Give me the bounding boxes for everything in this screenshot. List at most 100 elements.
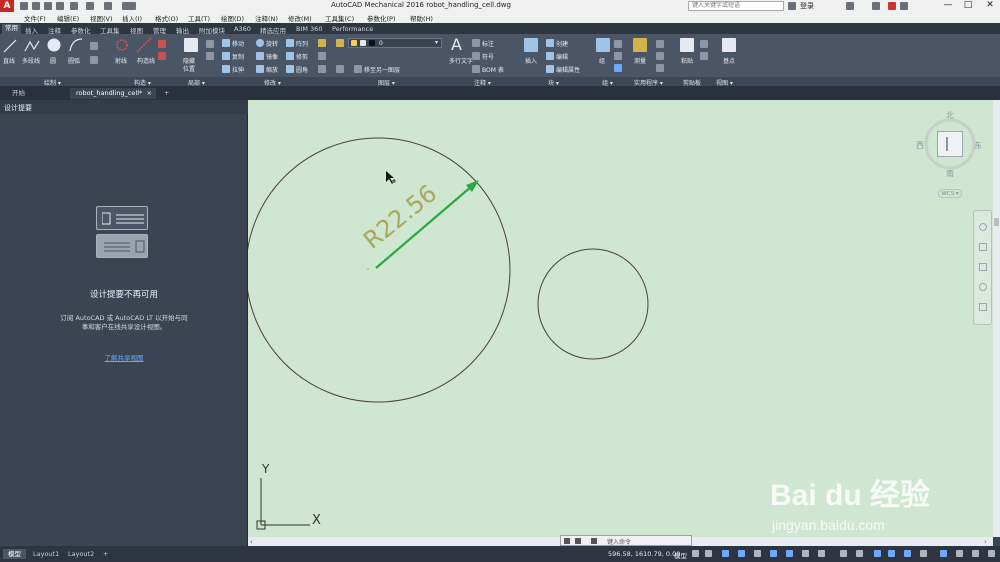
new-icon[interactable]: [20, 2, 28, 10]
base-view-label[interactable]: 基点: [723, 56, 735, 65]
circle-label[interactable]: 圆: [50, 56, 56, 65]
small-circle[interactable]: [537, 248, 649, 360]
construct-option-icon[interactable]: [158, 40, 166, 48]
exchange-icon[interactable]: [872, 2, 880, 10]
group-label[interactable]: 组: [599, 56, 605, 65]
lineweight-icon[interactable]: [802, 550, 809, 557]
help-search-input[interactable]: 键入关键字或短语: [688, 1, 784, 11]
add-layout-button[interactable]: +: [98, 549, 113, 559]
menu-draw[interactable]: 绘图(D): [221, 13, 244, 23]
bom-icon[interactable]: [472, 65, 480, 73]
menu-help[interactable]: 帮助(H): [410, 13, 433, 23]
dimension-label[interactable]: 标注: [482, 39, 494, 48]
customization-icon[interactable]: [988, 550, 995, 557]
isodraft-icon[interactable]: [754, 550, 761, 557]
lock-ui-icon[interactable]: [920, 550, 927, 557]
bom-label[interactable]: BOM 表: [482, 65, 504, 74]
customize-icon[interactable]: [575, 538, 581, 544]
close-command-icon[interactable]: [564, 538, 570, 544]
ungroup-icon[interactable]: [614, 40, 622, 48]
edit-block-label[interactable]: 编辑: [556, 52, 568, 61]
navigation-bar[interactable]: [973, 210, 992, 325]
clean-screen-icon[interactable]: [972, 550, 979, 557]
layer-match-icon[interactable]: [354, 65, 362, 73]
menu-format[interactable]: 格式(O): [155, 13, 178, 23]
menu-tools[interactable]: 工具(T): [188, 13, 210, 23]
hide-icon[interactable]: [184, 38, 198, 52]
undo-icon[interactable]: [86, 2, 94, 10]
workspace-icon[interactable]: [856, 550, 863, 557]
arc-icon[interactable]: [68, 37, 84, 53]
group-select-icon[interactable]: [614, 64, 622, 72]
create-block-label[interactable]: 创建: [556, 39, 568, 48]
tab-model[interactable]: 模型: [3, 549, 26, 559]
snap-icon[interactable]: [705, 550, 712, 557]
redo-icon[interactable]: [104, 2, 112, 10]
rotate-icon[interactable]: [256, 39, 264, 47]
command-line[interactable]: 键入命令: [560, 535, 692, 546]
polyline-label[interactable]: 多段线: [22, 56, 40, 65]
workspace-dropdown[interactable]: [122, 2, 136, 10]
scale-icon[interactable]: [256, 65, 264, 73]
menu-annotate[interactable]: 注释(N): [255, 13, 278, 23]
detail-more2-icon[interactable]: [206, 52, 214, 60]
menu-file[interactable]: 文件(F): [24, 13, 46, 23]
scale-label[interactable]: 缩放: [266, 65, 278, 74]
copy-label[interactable]: 复制: [232, 52, 244, 61]
stretch-label[interactable]: 拉伸: [232, 65, 244, 74]
vertical-scroll-thumb[interactable]: [994, 218, 999, 226]
annotation-scale-icon[interactable]: [840, 550, 847, 557]
draw-more-icon[interactable]: [90, 42, 98, 50]
symbol-label[interactable]: 符号: [482, 52, 494, 61]
line-label[interactable]: 直线: [3, 56, 15, 65]
edit-block-icon[interactable]: [546, 52, 554, 60]
zoom-icon[interactable]: [979, 263, 987, 271]
group-edit-icon[interactable]: [614, 52, 622, 60]
scroll-right-icon[interactable]: ›: [984, 538, 987, 546]
construction-line-label[interactable]: 构造线: [137, 56, 155, 65]
copy-icon[interactable]: [222, 52, 230, 60]
cut-icon[interactable]: [700, 40, 708, 48]
create-block-icon[interactable]: [546, 39, 554, 47]
measure-label[interactable]: 测量: [634, 56, 646, 65]
multiline-text-icon[interactable]: A: [451, 35, 462, 54]
tab-bim360[interactable]: BIM 360: [296, 25, 322, 33]
position-label[interactable]: 位置: [183, 64, 195, 73]
tab-performance[interactable]: Performance: [332, 25, 373, 33]
utility-more3-icon[interactable]: [656, 64, 664, 72]
fillet-label[interactable]: 圆角: [296, 65, 308, 74]
move-to-layer-label[interactable]: 移至另一图层: [364, 65, 400, 74]
construction-line-icon[interactable]: [136, 37, 152, 53]
tab-layout1[interactable]: Layout1: [28, 549, 64, 559]
recent-commands-icon[interactable]: [591, 538, 597, 544]
command-input[interactable]: 键入命令: [607, 537, 631, 546]
annotation-monitor-icon[interactable]: [874, 550, 881, 557]
detail-more-icon[interactable]: [206, 40, 214, 48]
orbit-icon[interactable]: [979, 283, 987, 291]
stretch-icon[interactable]: [222, 65, 230, 73]
hatch-icon[interactable]: [90, 56, 98, 64]
polar-icon[interactable]: [738, 550, 745, 557]
ray-icon[interactable]: [114, 37, 130, 53]
insert-block-label[interactable]: 插入: [525, 56, 537, 65]
quick-properties-icon[interactable]: [904, 550, 911, 557]
model-space-toggle[interactable]: 模型: [674, 550, 687, 560]
maximize-button[interactable]: □: [960, 0, 976, 12]
mirror-icon[interactable]: [256, 52, 264, 60]
menu-view[interactable]: 视图(V): [90, 13, 113, 23]
dimension-icon[interactable]: [472, 39, 480, 47]
tab-home[interactable]: 常用: [2, 24, 21, 34]
layer-dropdown[interactable]: 0 ▾: [348, 38, 442, 48]
insert-block-icon[interactable]: [524, 38, 538, 52]
wcs-menu[interactable]: WCS ▾: [938, 189, 962, 198]
circle-icon[interactable]: [46, 37, 62, 53]
print-icon[interactable]: [70, 2, 78, 10]
symbol-icon[interactable]: [472, 52, 480, 60]
units-icon[interactable]: [888, 550, 895, 557]
array-icon[interactable]: [286, 39, 294, 47]
construct-option2-icon[interactable]: [158, 52, 166, 60]
layer-state-icon[interactable]: [336, 65, 344, 73]
large-circle[interactable]: [248, 137, 511, 403]
move-icon[interactable]: [222, 39, 230, 47]
paste-icon[interactable]: [680, 38, 694, 52]
